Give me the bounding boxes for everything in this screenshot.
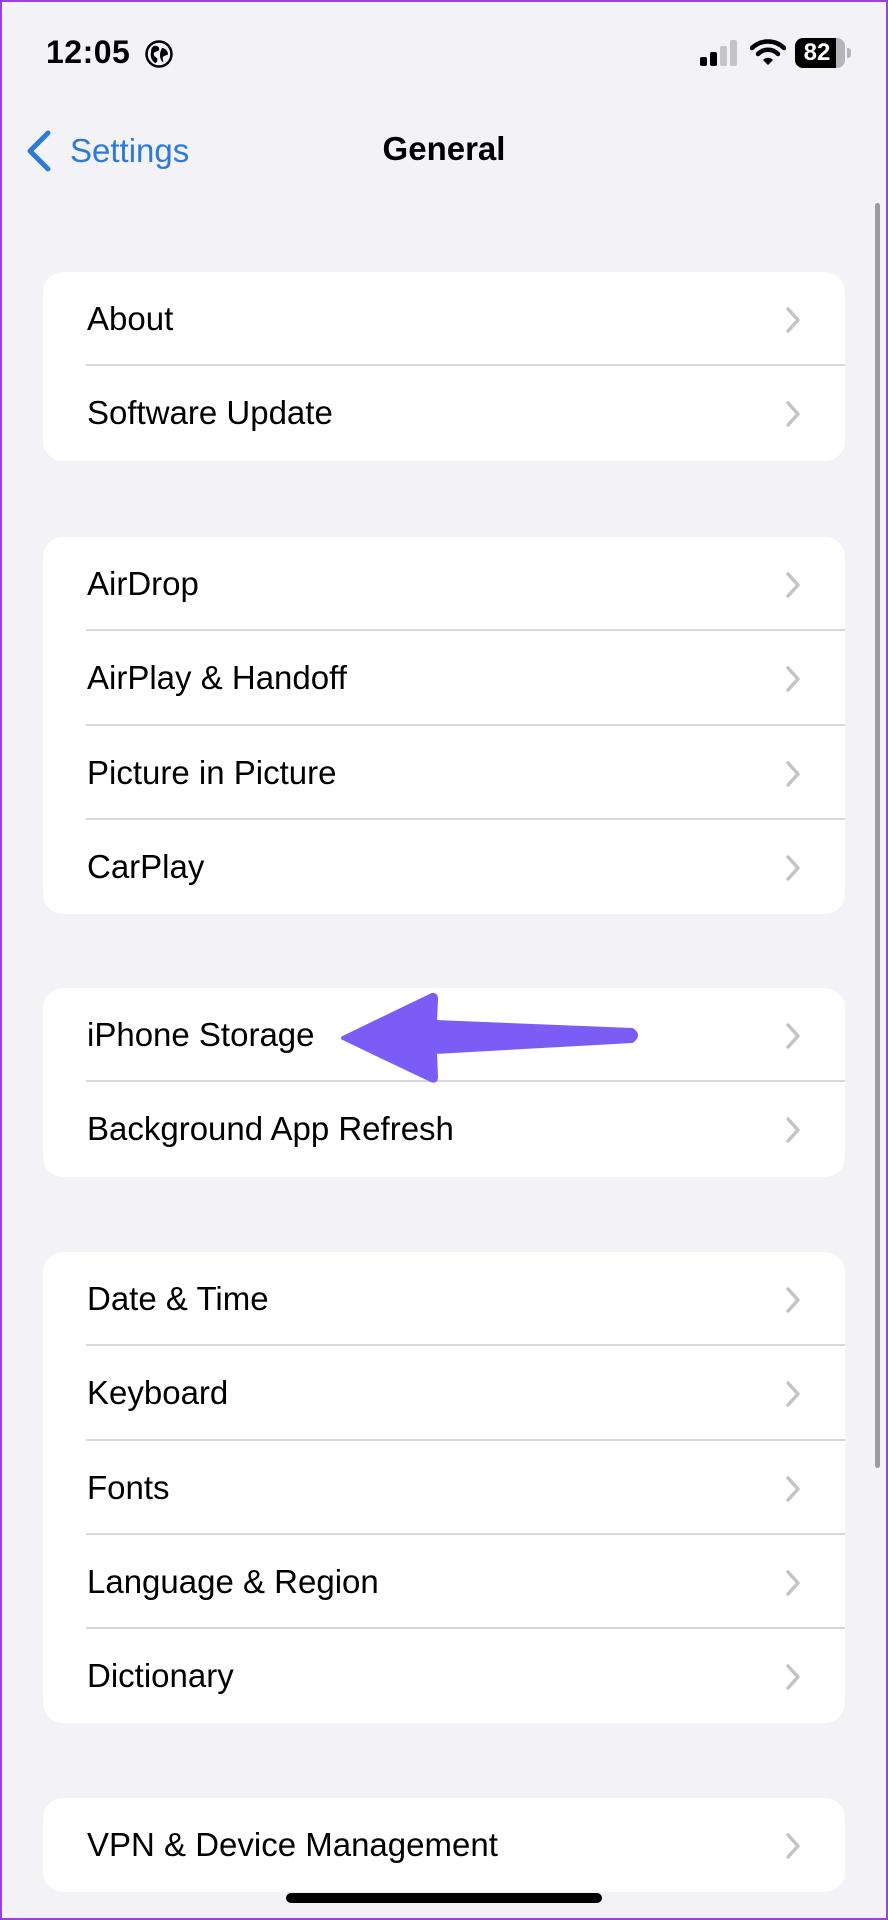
settings-group: VPN & Device Management — [43, 1798, 845, 1893]
chevron-right-icon — [786, 401, 800, 428]
settings-row-airdrop[interactable]: AirDrop — [43, 537, 845, 632]
settings-row-background-app-refresh[interactable]: Background App Refresh — [43, 1082, 845, 1176]
settings-row-label: CarPlay — [87, 847, 205, 885]
settings-group: AirDrop AirPlay & Handoff Picture in Pictu… — [43, 537, 845, 915]
settings-row-label: AirPlay & Handoff — [87, 659, 347, 697]
battery-body: 82 — [795, 38, 845, 68]
chevron-right-icon — [786, 855, 800, 881]
chevron-right-icon — [786, 1570, 800, 1596]
battery-tip — [847, 48, 851, 58]
chevron-right-icon — [786, 307, 800, 333]
chevron-right-icon — [786, 1833, 800, 1859]
settings-row-label: Fonts — [87, 1468, 170, 1506]
settings-row-about[interactable]: About — [43, 272, 845, 367]
chevron-right-icon — [786, 1287, 800, 1313]
chevron-right-icon — [786, 666, 800, 693]
chevron-right-icon — [786, 1117, 800, 1144]
chevron-right-icon — [786, 760, 800, 787]
settings-row-label: Software Update — [87, 394, 333, 432]
settings-row-carplay[interactable]: CarPlay — [43, 820, 845, 914]
settings-row-airplay-and-handoff[interactable]: AirPlay & Handoff — [43, 631, 845, 726]
battery-percent: 82 — [803, 39, 831, 66]
settings-row-label: VPN & Device Management — [87, 1826, 498, 1863]
settings-row-label: iPhone Storage — [87, 1016, 315, 1053]
settings-row-label: AirDrop — [87, 565, 199, 602]
settings-group: Date & Time Keyboard Fonts Language & Regio… — [43, 1252, 845, 1724]
chevron-right-icon — [786, 1381, 800, 1408]
chevron-right-icon — [786, 572, 800, 598]
scrollbar[interactable] — [875, 203, 880, 1468]
page-title: General — [382, 130, 506, 167]
cellular-signal-icon — [700, 40, 737, 66]
settings-row-fonts[interactable]: Fonts — [43, 1441, 845, 1535]
settings-row-label: Picture in Picture — [87, 753, 337, 791]
settings-row-dictionary[interactable]: Dictionary — [43, 1629, 845, 1723]
settings-group: About Software Update — [43, 272, 845, 461]
settings-row-keyboard[interactable]: Keyboard — [43, 1346, 845, 1441]
globe-icon — [145, 40, 173, 68]
settings-row-label: Date & Time — [87, 1280, 269, 1317]
settings-row-date-and-time[interactable]: Date & Time — [43, 1252, 845, 1347]
settings-row-label: Dictionary — [87, 1657, 234, 1695]
status-bar: 12:05 82 — [0, 0, 888, 100]
wifi-icon — [750, 39, 786, 65]
settings-row-vpn-and-device-management[interactable]: VPN & Device Management — [43, 1798, 845, 1892]
status-time: 12:05 — [46, 34, 131, 70]
home-indicator[interactable] — [286, 1893, 602, 1903]
settings-group: iPhone Storage Background App Refresh — [43, 988, 845, 1177]
settings-row-language-and-region[interactable]: Language & Region — [43, 1535, 845, 1630]
navigation-bar: Settings General — [0, 110, 888, 190]
settings-row-iphone-storage[interactable]: iPhone Storage — [43, 988, 845, 1083]
chevron-right-icon — [786, 1023, 800, 1049]
settings-row-label: Language & Region — [87, 1562, 379, 1600]
chevron-right-icon — [786, 1664, 800, 1690]
settings-row-software-update[interactable]: Software Update — [43, 366, 845, 460]
settings-row-picture-in-picture[interactable]: Picture in Picture — [43, 726, 845, 820]
settings-row-label: Keyboard — [87, 1374, 229, 1412]
settings-row-label: Background App Refresh — [87, 1110, 454, 1148]
battery-indicator: 82 — [795, 38, 851, 68]
chevron-right-icon — [786, 1475, 800, 1502]
settings-row-label: About — [87, 300, 174, 337]
